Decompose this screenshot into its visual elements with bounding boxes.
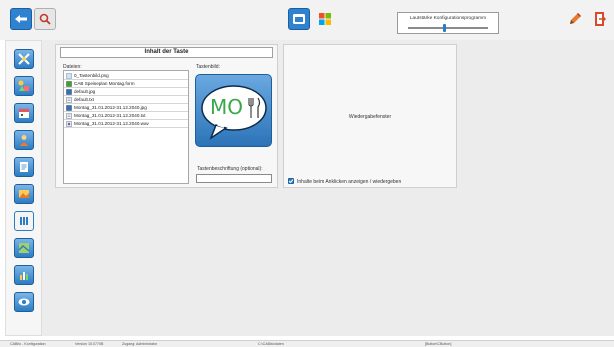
file-list[interactable]: 0_Tastenbild.png CAB Speiseplan Montag.f…	[63, 70, 189, 184]
volume-label: Lautstärke Konfigurationsprogramm	[409, 16, 487, 21]
status-user: Zugang: Administrator	[122, 342, 158, 346]
notes-icon	[20, 162, 28, 172]
list-item[interactable]: 0_Tastenbild.png	[64, 72, 188, 80]
playback-checkbox-label: Inhalte beim Anklicken anzeigen / wieder…	[297, 179, 402, 185]
checkmark-icon	[288, 179, 294, 184]
map-icon	[18, 243, 30, 253]
image-icon	[19, 190, 29, 198]
tools-icon	[18, 53, 30, 65]
file-name: CAB Speiseplan Montag.form	[74, 81, 135, 86]
file-name: Montag_31.01.2012-31.12.2040.wav	[74, 121, 149, 126]
exit-icon	[595, 12, 607, 26]
sidebar-item-map[interactable]	[14, 238, 34, 258]
status-version: Version 15.0770B	[75, 342, 104, 346]
status-path: C:\CABito\daten	[258, 342, 284, 346]
sidebar-item-eye[interactable]	[14, 292, 34, 312]
calendar-icon	[19, 109, 29, 118]
sidebar-item-chart[interactable]	[14, 265, 34, 285]
sidebar-item-shapes[interactable]	[14, 76, 34, 96]
back-button[interactable]	[10, 8, 32, 30]
sidebar-item-person[interactable]	[14, 130, 34, 150]
list-item[interactable]: Montag_31.01.2012-31.12.2040.jpg	[64, 104, 188, 112]
audio-file-icon	[66, 120, 72, 127]
window-button[interactable]	[288, 8, 310, 30]
status-bar: CABito - Konfiguration Version 15.0770B …	[0, 340, 614, 347]
list-item[interactable]: CAB Speiseplan Montag.form	[64, 80, 188, 88]
jpg-file-icon	[66, 104, 72, 111]
back-arrow-icon	[15, 15, 27, 23]
sidebar-item-notes[interactable]	[14, 157, 34, 177]
playback-checkbox[interactable]	[288, 178, 294, 184]
button-image-text: MO	[210, 95, 243, 119]
text-file-icon	[66, 112, 72, 119]
top-toolbar: Lautstärke Konfigurationsprogramm	[0, 0, 614, 40]
windows-logo-icon	[319, 13, 331, 25]
panel-title: Inhalt der Taste	[60, 47, 273, 58]
sidebar-item-image[interactable]	[14, 184, 34, 204]
windows-button[interactable]	[314, 8, 336, 30]
search-icon	[39, 13, 51, 25]
chart-icon	[20, 272, 28, 280]
status-app: CABito - Konfiguration	[10, 342, 46, 346]
sidebar-item-tools[interactable]	[14, 49, 34, 69]
playback-window-label: Wiedergabefenster	[348, 114, 392, 120]
list-item[interactable]: default.txt	[64, 96, 188, 104]
button-image-label: Tastenbild:	[196, 64, 220, 70]
caption-label: Tastenbeschriftung (optional):	[197, 166, 263, 172]
form-file-icon	[66, 80, 72, 87]
caption-input[interactable]	[196, 174, 272, 183]
eye-icon	[18, 298, 30, 306]
cutlery-icon	[248, 97, 261, 118]
list-item[interactable]: default.jpg	[64, 88, 188, 96]
window-icon	[293, 14, 305, 24]
jpg-file-icon	[66, 88, 72, 95]
exit-button[interactable]	[589, 8, 611, 30]
sidebar-item-bars[interactable]	[14, 211, 34, 231]
text-file-icon	[66, 96, 72, 103]
list-item[interactable]: Montag_31.01.2012-31.12.2040.txt	[64, 112, 188, 120]
search-button[interactable]	[34, 8, 56, 30]
volume-slider-thumb[interactable]	[442, 24, 446, 32]
bars-icon	[20, 217, 28, 225]
shapes-icon	[18, 80, 29, 91]
file-name: 0_Tastenbild.png	[74, 73, 109, 78]
list-item[interactable]: Montag_31.01.2012-31.12.2040.wav	[64, 120, 188, 128]
sidebar-item-calendar[interactable]	[14, 103, 34, 123]
file-name: Montag_31.01.2012-31.12.2040.jpg	[74, 105, 147, 110]
volume-control: Lautstärke Konfigurationsprogramm	[397, 12, 499, 34]
button-image-preview[interactable]: MO	[195, 74, 272, 147]
edit-button[interactable]	[564, 8, 586, 30]
image-file-icon	[66, 72, 72, 79]
file-name: default.txt	[74, 97, 94, 102]
file-name: default.jpg	[74, 89, 96, 94]
person-icon	[20, 135, 28, 146]
sidebar	[5, 40, 42, 336]
status-button: [Button\CButton]	[425, 342, 452, 346]
volume-slider-track[interactable]	[408, 27, 488, 29]
edit-icon	[570, 12, 582, 24]
file-name: Montag_31.01.2012-31.12.2040.txt	[74, 113, 146, 118]
